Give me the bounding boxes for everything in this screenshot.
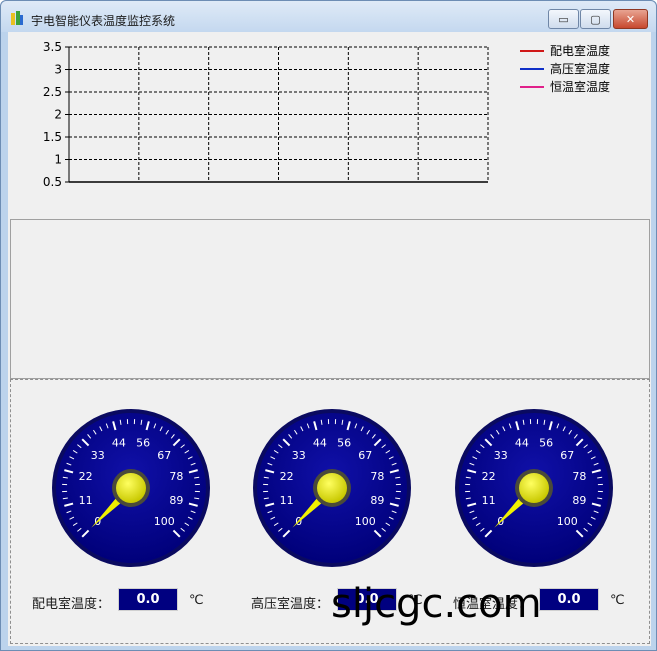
client-area: 3.532.521.510.5配电室温度高压室温度恒温室温度 011223344… [8, 32, 651, 646]
gauge-dial: 01122334456677889100 [52, 409, 210, 567]
title-bar[interactable]: 宇电智能仪表温度监控系统 ▭ ▢ ✕ [1, 1, 656, 32]
temperature-chart-panel: 3.5 3 2.5 2 1.5 1 0.5 配电室温度高压室温度恒温室温度 [8, 32, 651, 218]
gauge-scale-label: 11 [79, 494, 93, 507]
blank-panel [10, 219, 650, 379]
gauge-hub [519, 473, 549, 503]
gauge-scale-label: 78 [370, 470, 384, 483]
gauge-scale-label: 56 [337, 437, 351, 450]
gauge-scale-label: 100 [355, 515, 376, 528]
gauge-scale-label: 89 [370, 494, 384, 507]
watermark-text: sljcgc.com [331, 581, 542, 627]
gauge-scale-label: 11 [280, 494, 294, 507]
gauge-scale-label: 78 [169, 470, 183, 483]
gauge-scale-label: 67 [157, 449, 171, 462]
y-tick-label: 3.5 [43, 40, 62, 54]
gauge-scale-label: 78 [572, 470, 586, 483]
y-tick-label: 2 [54, 108, 62, 122]
gauge-scale-label: 89 [572, 494, 586, 507]
gauge-scale-label: 100 [154, 515, 175, 528]
gauge-label: 高压室温度： [251, 597, 330, 612]
y-tick-label: 1.5 [43, 130, 62, 144]
unit-label: ℃ [189, 593, 204, 608]
window-title: 宇电智能仪表温度监控系统 [31, 14, 176, 28]
y-tick-label: 3 [54, 63, 62, 77]
gauge-scale-label: 22 [79, 470, 93, 483]
legend-label: 高压室温度 [550, 61, 610, 76]
gauge-hub [116, 473, 146, 503]
close-icon: ✕ [625, 12, 636, 26]
gauge-scale-label: 22 [280, 470, 294, 483]
chart-grid: 3.5 3 2.5 2 1.5 1 0.5 [43, 40, 489, 189]
gauge-scale-label: 44 [313, 437, 327, 450]
gauge-dial: 01122334456677889100 [455, 409, 613, 567]
legend-label: 恒温室温度 [550, 79, 610, 94]
gauge-scale-label: 33 [494, 449, 508, 462]
maximize-button[interactable]: ▢ [580, 9, 611, 29]
gauge-scale-label: 44 [112, 437, 126, 450]
gauge-scale-label: 44 [515, 437, 529, 450]
app-icon [11, 11, 23, 25]
value-display: 0.0 [118, 588, 178, 611]
gauge-scale-label: 100 [557, 515, 578, 528]
gauge-scale-label: 11 [482, 494, 496, 507]
y-tick-label: 1 [54, 153, 62, 167]
unit-label: ℃ [610, 593, 625, 608]
gauge-scale-label: 67 [358, 449, 372, 462]
gauge-scale-label: 33 [91, 449, 105, 462]
value-display: 0.0 [539, 588, 599, 611]
close-button[interactable]: ✕ [613, 9, 648, 29]
app-window: 宇电智能仪表温度监控系统 ▭ ▢ ✕ 3.5 3 2.5 2 1.5 1 0.5 配电室温度高… [0, 0, 657, 651]
legend-label: 配电室温度 [550, 43, 610, 58]
minimize-icon: ▭ [558, 12, 569, 26]
y-tick-label: 2.5 [43, 85, 62, 99]
chart-legend: 配电室温度高压室温度恒温室温度 [520, 43, 610, 94]
gauge-label: 配电室温度： [32, 597, 111, 612]
gauge-dial: 01122334456677889100 [253, 409, 411, 567]
gauge-scale-label: 89 [169, 494, 183, 507]
gauge-scale-label: 33 [292, 449, 306, 462]
gauge-hub [317, 473, 347, 503]
y-tick-label: 0.5 [43, 175, 62, 189]
temperature-chart: 3.5 3 2.5 2 1.5 1 0.5 配电室温度高压室温度恒温室温度 [43, 40, 610, 189]
gauge-scale-label: 67 [560, 449, 574, 462]
minimize-button[interactable]: ▭ [548, 9, 579, 29]
gauge-panel: 01122334456677889100 0112233445667788910… [10, 379, 650, 644]
gauge-scale-label: 56 [136, 437, 150, 450]
gauge-scale-label: 56 [539, 437, 553, 450]
gauge-scale-label: 22 [482, 470, 496, 483]
maximize-icon: ▢ [590, 12, 601, 26]
